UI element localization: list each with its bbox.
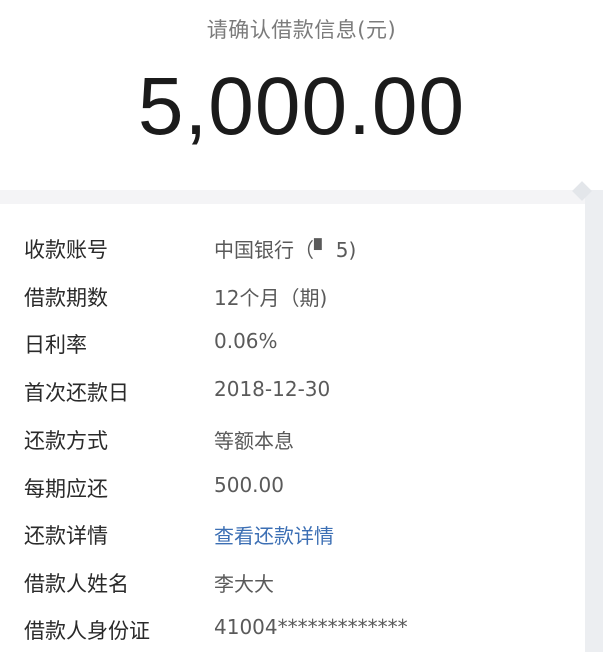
detail-value: 等额本息 [214,429,294,453]
detail-value: 500.00 [214,473,284,497]
detail-label: 还款详情 [24,524,108,548]
detail-value: 0.06% [214,329,278,353]
detail-row-first-repayment-date: 首次还款日 2018-12-30 [0,369,585,409]
loan-details-card: 收款账号 中国银行（▘ 5) 借款期数 12个月（期) 日利率 0.06% 首次… [0,204,585,652]
detail-value: 2018-12-30 [214,377,331,401]
detail-value: 41004************* [214,615,408,639]
detail-row-daily-rate: 日利率 0.06% [0,321,585,361]
detail-label: 首次还款日 [24,381,129,405]
detail-label: 收款账号 [24,238,108,262]
detail-label: 还款方式 [24,429,108,453]
detail-row-per-period-payment: 每期应还 500.00 [0,465,585,505]
loan-amount: 5,000.00 [137,61,466,152]
detail-value: 12个月（期) [214,286,328,310]
detail-row-borrower-id: 借款人身份证 41004************* [0,607,585,647]
view-repayment-details-link[interactable]: 查看还款详情 [214,520,334,549]
confirm-loan-info-label: 请确认借款信息(元) [206,18,397,42]
detail-row-repayment-method: 还款方式 等额本息 [0,417,585,457]
detail-label: 借款人姓名 [24,572,129,596]
detail-value: 李大大 [214,572,274,596]
detail-label: 每期应还 [24,477,108,501]
detail-row-receiving-account: 收款账号 中国银行（▘ 5) [0,226,585,266]
detail-row-loan-periods: 借款期数 12个月（期) [0,274,585,314]
detail-value: 中国银行（▘ 5) [214,238,357,262]
detail-label: 借款人身份证 [24,619,150,643]
detail-row-repayment-details: 还款详情 查看还款详情 [0,512,585,552]
right-edge-panel [585,190,603,652]
detail-row-borrower-name: 借款人姓名 李大大 [0,560,585,600]
detail-label: 借款期数 [24,286,108,310]
amount-header: 请确认借款信息(元) 5,000.00 [0,0,603,190]
detail-label: 日利率 [24,333,87,357]
